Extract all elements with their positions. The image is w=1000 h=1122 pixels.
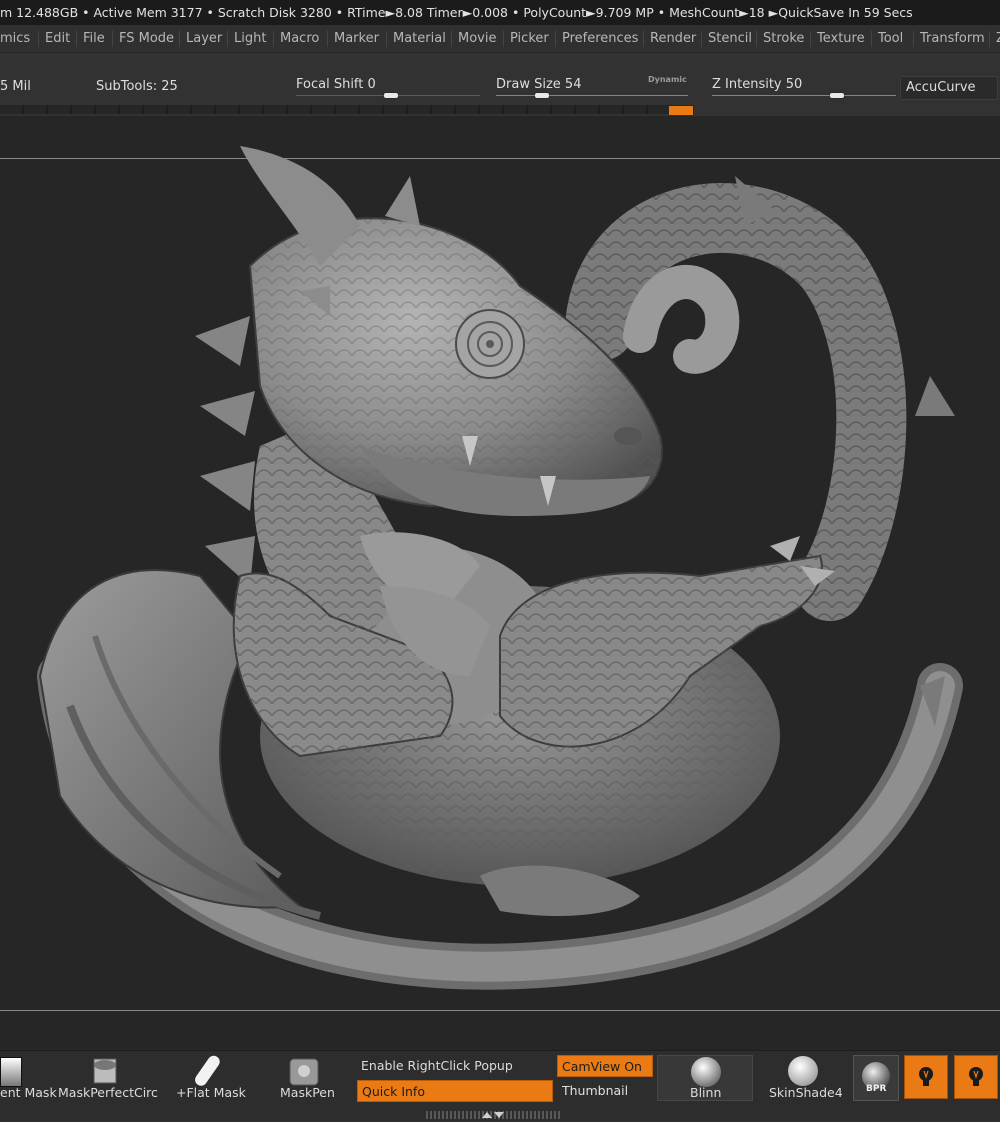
status-bar: m 12.488GB • Active Mem 3177 • Scratch D…	[0, 0, 1000, 25]
menu-render[interactable]: Render	[650, 25, 696, 52]
menu-separator	[989, 31, 990, 47]
z-intensity-value: 50	[785, 77, 803, 92]
menu-separator	[871, 31, 872, 47]
brush-settings-bar: 5 Mil SubTools: 25 Focal Shift 0 Draw Si…	[0, 53, 1000, 116]
draw-size-value: 54	[564, 77, 582, 92]
menu-separator	[451, 31, 452, 47]
menu-fs-mode[interactable]: FS Mode	[119, 25, 174, 52]
menu-separator	[503, 31, 504, 47]
tray-arrows-icon	[482, 1112, 504, 1118]
slider-fill	[712, 95, 896, 96]
mask-perfect-circle-label: MaskPerfectCirc	[58, 1085, 158, 1100]
alpha-mask-button[interactable]	[0, 1057, 22, 1087]
menu-separator	[273, 31, 274, 47]
camview-toggle[interactable]: CamView On	[557, 1055, 653, 1077]
sphere-icon	[691, 1057, 721, 1087]
mask-perfect-circle-button[interactable]	[88, 1055, 124, 1089]
menu-separator	[327, 31, 328, 47]
menu-movie[interactable]: Movie	[458, 25, 496, 52]
flat-mask-label: +Flat Mask	[176, 1085, 246, 1100]
focal-shift-value: 0	[367, 77, 376, 92]
menu-separator	[76, 31, 77, 47]
skinshade-material-button[interactable]	[784, 1055, 822, 1087]
menu-separator	[756, 31, 757, 47]
slider-knob[interactable]	[535, 93, 549, 98]
menu-separator	[555, 31, 556, 47]
menu-stroke[interactable]: Stroke	[763, 25, 804, 52]
subtools-readout: SubTools: 25	[96, 79, 178, 94]
lightbulb-icon	[919, 1067, 933, 1086]
menu-edit[interactable]: Edit	[45, 25, 70, 52]
menu-separator	[386, 31, 387, 47]
menu-zplugin[interactable]: Z	[996, 25, 1000, 52]
bpr-render-button[interactable]: BPR	[853, 1055, 899, 1101]
menu-separator	[227, 31, 228, 47]
menu-light[interactable]: Light	[234, 25, 266, 52]
mask-pen-icon	[289, 1058, 319, 1086]
dynamic-toggle[interactable]: Dynamic	[648, 75, 687, 84]
enable-rightclick-popup-toggle[interactable]: Enable RightClick Popup	[361, 1058, 513, 1073]
status-text: m 12.488GB • Active Mem 3177 • Scratch D…	[0, 5, 913, 20]
menu-separator	[913, 31, 914, 47]
lightbulb-icon	[969, 1067, 983, 1086]
pill-icon	[195, 1055, 220, 1086]
z-intensity-label: Z Intensity	[712, 77, 782, 92]
draw-size-label: Draw Size	[496, 77, 561, 92]
alpha-mask-label: ent Mask	[0, 1085, 57, 1100]
tray-scroll-handle[interactable]	[426, 1111, 560, 1119]
menu-separator	[810, 31, 811, 47]
mask-pen-label: MaskPen	[280, 1085, 335, 1100]
slider-fill	[496, 95, 688, 96]
bpr-label: BPR	[866, 1084, 887, 1094]
dragon-sculpt[interactable]	[0, 116, 1000, 1050]
stroke-active-indicator[interactable]	[669, 106, 693, 115]
thumbnail-toggle[interactable]: Thumbnail	[557, 1080, 653, 1102]
menu-transform[interactable]: Transform	[920, 25, 985, 52]
menu-preferences[interactable]: Preferences	[562, 25, 638, 52]
menu-tool[interactable]: Tool	[878, 25, 903, 52]
main-menu-bar: mics Edit File FS Mode Layer Light Macro…	[0, 25, 1000, 53]
light-toggle-button-2[interactable]	[954, 1055, 998, 1099]
menu-texture[interactable]: Texture	[817, 25, 865, 52]
menu-layer[interactable]: Layer	[186, 25, 222, 52]
cube-icon	[93, 1058, 117, 1084]
menu-separator	[643, 31, 644, 47]
light-toggle-button[interactable]	[904, 1055, 948, 1099]
flat-mask-button[interactable]	[190, 1053, 222, 1089]
menu-macro[interactable]: Macro	[280, 25, 319, 52]
menu-dynamics[interactable]: mics	[0, 25, 30, 52]
active-points-readout: 5 Mil	[0, 79, 31, 94]
slider-knob[interactable]	[830, 93, 844, 98]
document-canvas[interactable]	[0, 116, 1000, 1050]
menu-separator	[179, 31, 180, 47]
focal-shift-label: Focal Shift	[296, 77, 364, 92]
bottom-shelf: ent Mask MaskPerfectCirc +Flat Mask Mask…	[0, 1050, 1000, 1122]
menu-separator	[112, 31, 113, 47]
sphere-icon	[788, 1056, 818, 1086]
lazy-mouse-strip[interactable]	[0, 105, 694, 114]
menu-material[interactable]: Material	[393, 25, 446, 52]
menu-separator	[701, 31, 702, 47]
menu-picker[interactable]: Picker	[510, 25, 549, 52]
blinn-label: Blinn	[690, 1085, 722, 1100]
menu-marker[interactable]: Marker	[334, 25, 379, 52]
accucurve-button[interactable]: AccuCurve	[900, 76, 998, 100]
quick-info-toggle[interactable]: Quick Info	[357, 1080, 553, 1102]
slider-knob[interactable]	[384, 93, 398, 98]
menu-file[interactable]: File	[83, 25, 105, 52]
skinshade-label: SkinShade4	[769, 1085, 843, 1100]
menu-separator	[38, 31, 39, 47]
mask-pen-button[interactable]	[286, 1055, 324, 1087]
menu-stencil[interactable]: Stencil	[708, 25, 752, 52]
